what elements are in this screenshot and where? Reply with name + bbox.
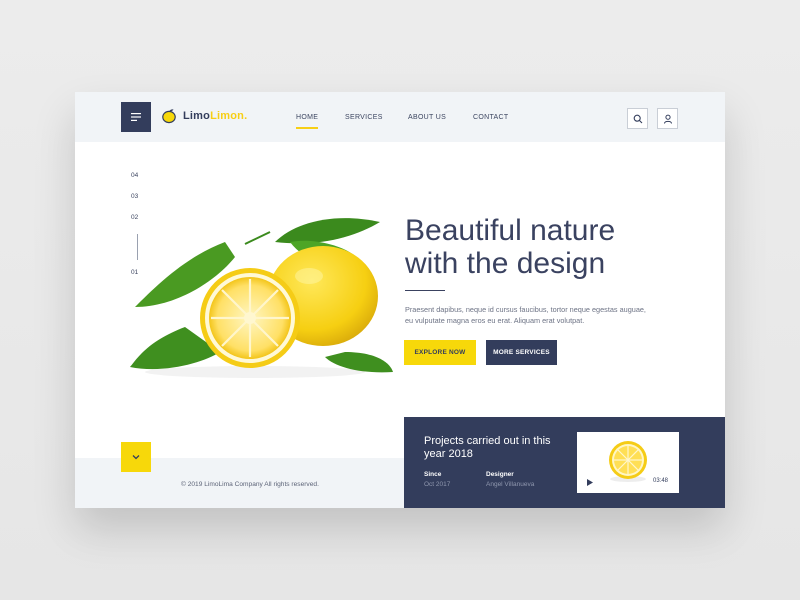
logo-text-primary: Limo xyxy=(183,110,211,122)
video-thumbnail[interactable]: 03:48 xyxy=(577,432,679,493)
play-icon[interactable] xyxy=(587,479,593,486)
logo[interactable]: LimoLimon. xyxy=(161,108,247,124)
hero-headline: Beautiful nature with the design xyxy=(405,214,685,280)
designer-label: Designer xyxy=(486,471,514,478)
headline-divider xyxy=(405,290,445,291)
lemon-logo-icon xyxy=(162,109,176,124)
logo-text: LimoLimon. xyxy=(183,110,247,122)
video-duration: 03:48 xyxy=(653,478,669,484)
user-button[interactable] xyxy=(657,108,678,129)
more-services-button[interactable]: MORE SERVICES xyxy=(486,340,557,365)
landing-card: LimoLimon. HOME SERVICES ABOUT US CONTAC… xyxy=(75,92,725,508)
chevron-down-icon xyxy=(132,455,140,460)
hero-headline-line1: Beautiful nature xyxy=(405,214,616,247)
menu-button[interactable] xyxy=(121,102,151,132)
explore-now-button[interactable]: EXPLORE NOW xyxy=(404,340,476,365)
nav-services[interactable]: SERVICES xyxy=(345,114,383,121)
lemon-image xyxy=(130,218,393,378)
search-icon xyxy=(633,114,642,123)
pager-item-04[interactable]: 04 xyxy=(131,172,138,179)
hero-headline-line2: with the design xyxy=(405,247,606,280)
nav-contact[interactable]: CONTACT xyxy=(473,114,508,121)
scroll-down-button[interactable] xyxy=(121,442,151,472)
copyright-text: © 2019 LimoLima Company All rights reser… xyxy=(181,481,319,488)
user-icon xyxy=(663,114,672,124)
hero-description: Praesent dapibus, neque id cursus faucib… xyxy=(405,305,646,325)
projects-panel: Projects carried out in this year 2018 S… xyxy=(404,417,725,508)
since-label: Since xyxy=(424,471,442,478)
top-bar: LimoLimon. HOME SERVICES ABOUT US CONTAC… xyxy=(75,92,725,142)
nav-about-us[interactable]: ABOUT US xyxy=(408,114,446,121)
logo-text-accent: Limon. xyxy=(210,110,248,122)
nav-home[interactable]: HOME xyxy=(296,114,319,129)
menu-icon xyxy=(131,113,141,121)
projects-title: Projects carried out in this year 2018 xyxy=(424,435,551,460)
designer-value: Angel Villanueva xyxy=(486,481,535,488)
pager-item-03[interactable]: 03 xyxy=(131,193,138,200)
search-button[interactable] xyxy=(627,108,648,129)
since-value: Oct 2017 xyxy=(424,481,451,488)
